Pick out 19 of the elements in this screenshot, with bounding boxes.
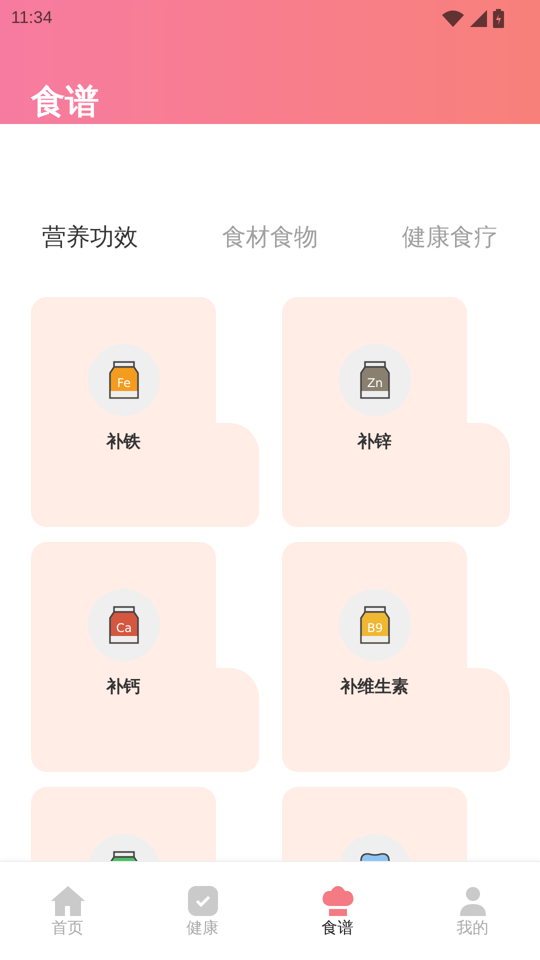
- person-icon: [460, 886, 486, 916]
- chef-hat-icon: [320, 886, 354, 916]
- page-title: 食谱: [31, 82, 100, 122]
- checkbox-icon: [188, 886, 218, 916]
- category-label: 补锌: [358, 431, 392, 453]
- category-card[interactable]: Ca 补钙: [31, 542, 259, 772]
- category-tab[interactable]: 营养功效: [42, 221, 138, 253]
- status-time: 11:34: [11, 8, 52, 28]
- category-card[interactable]: Fe 补铁: [31, 297, 259, 527]
- wifi-icon: [442, 10, 464, 26]
- nav-tab[interactable]: 食谱: [270, 862, 405, 960]
- signal-icon: [470, 10, 487, 26]
- category-label: 补铁: [106, 431, 140, 453]
- category-card[interactable]: Zn 补锌: [282, 297, 510, 527]
- home-icon: [50, 886, 84, 916]
- category-label: 补钙: [106, 676, 140, 698]
- category-label: 补维生素: [340, 676, 408, 698]
- category-card[interactable]: B9 补维生素: [282, 542, 510, 772]
- battery-icon: [493, 8, 504, 28]
